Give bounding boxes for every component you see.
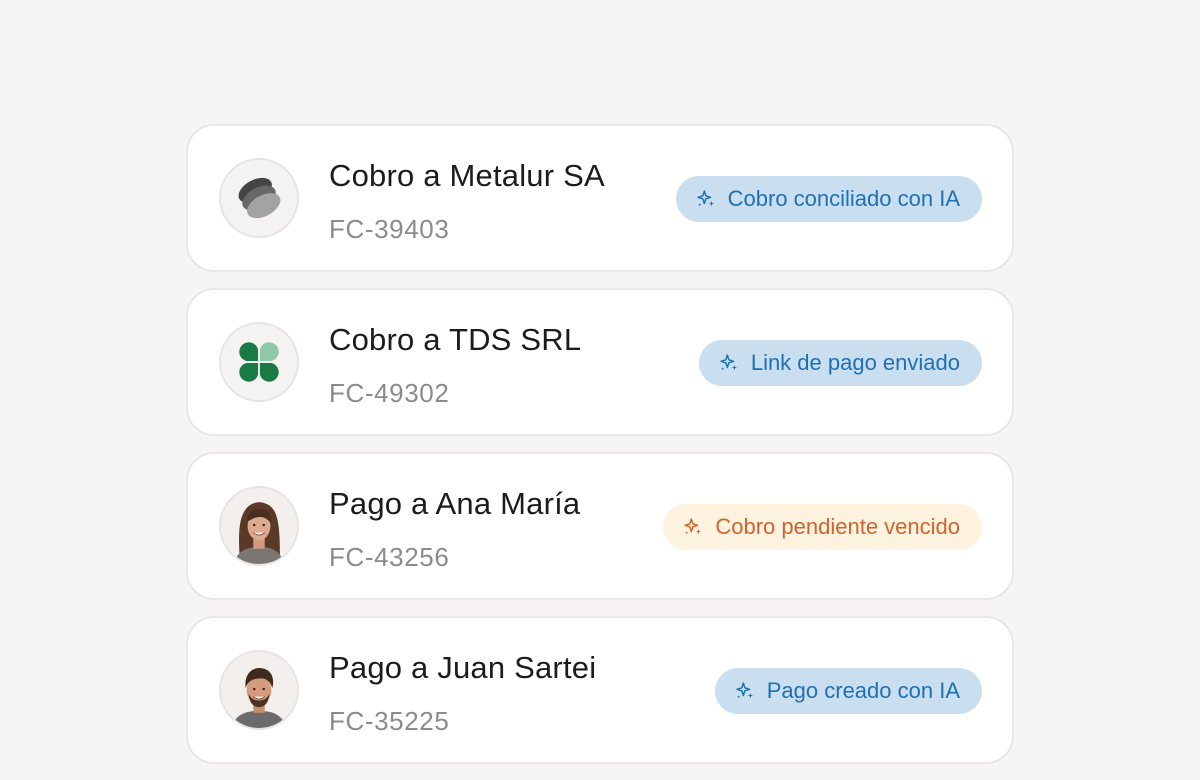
sparkle-icon xyxy=(720,354,737,371)
tds-clover-logo-icon xyxy=(219,322,299,402)
transaction-title: Pago a Ana María xyxy=(329,486,581,521)
invoice-reference: FC-35225 xyxy=(329,706,450,736)
metalur-logo-icon xyxy=(219,158,299,238)
invoice-reference: FC-49302 xyxy=(329,378,450,408)
transaction-title: Pago a Juan Sartei xyxy=(329,650,597,685)
person-avatar-icon xyxy=(219,486,299,566)
transaction-card[interactable]: Cobro a TDS SRL FC-49302 Link de pago en… xyxy=(186,288,1014,436)
sparkle-icon xyxy=(696,190,714,207)
status-badge[interactable]: Cobro pendiente vencido xyxy=(663,504,982,550)
status-badge[interactable]: Link de pago enviado xyxy=(698,340,982,386)
status-badge[interactable]: Pago creado con IA xyxy=(714,668,982,714)
status-label: Cobro conciliado con IA xyxy=(727,186,960,211)
status-label: Pago creado con IA xyxy=(766,678,960,703)
sparkle-icon xyxy=(736,682,753,699)
person-avatar-icon xyxy=(219,650,299,730)
transaction-title: Cobro a Metalur SA xyxy=(329,158,605,193)
transaction-card[interactable]: Pago a Ana María FC-43256 Cobro pendient… xyxy=(186,452,1014,600)
transaction-list: Cobro a Metalur SA FC-39403 Cobro concil… xyxy=(186,124,1014,780)
invoice-reference: FC-43256 xyxy=(329,542,450,572)
status-badge[interactable]: Cobro conciliado con IA xyxy=(675,176,982,222)
status-label: Link de pago enviado xyxy=(750,350,960,375)
invoice-reference: FC-39403 xyxy=(329,214,450,244)
transaction-title: Cobro a TDS SRL xyxy=(329,322,582,357)
transaction-card[interactable]: Pago a Juan Sartei FC-35225 Pago creado … xyxy=(186,616,1014,764)
transaction-card[interactable]: Cobro a Metalur SA FC-39403 Cobro concil… xyxy=(186,124,1014,272)
sparkle-icon xyxy=(684,518,702,535)
status-label: Cobro pendiente vencido xyxy=(715,514,960,539)
